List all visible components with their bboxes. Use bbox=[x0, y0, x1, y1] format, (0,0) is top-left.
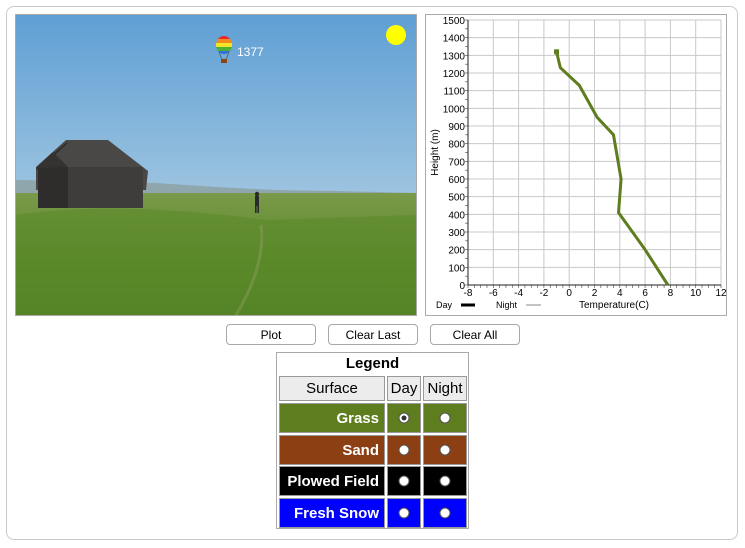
legend-sand-night-cell bbox=[423, 435, 467, 465]
legend-plowed-field-day-cell bbox=[387, 466, 421, 496]
radio-plowed-field-day[interactable] bbox=[398, 475, 410, 487]
x-tick-label: 2 bbox=[592, 288, 598, 299]
chart-legend-night-label: Night bbox=[496, 300, 518, 310]
legend-surface-grass: Grass bbox=[279, 403, 385, 433]
x-tick-label: -2 bbox=[539, 288, 548, 299]
y-tick-label: 1300 bbox=[443, 51, 466, 62]
temperature-height-chart: -8 -6 -4 -2 0 2 4 6 8 10 12 0 100 200 300 400 500 600 700 8… bbox=[425, 14, 727, 316]
legend-header-surface: Surface bbox=[279, 376, 385, 401]
y-tick-label: 700 bbox=[448, 157, 465, 168]
radio-plowed-field-night[interactable] bbox=[439, 475, 451, 487]
x-tick-label: 8 bbox=[668, 288, 674, 299]
radio-fresh-snow-night[interactable] bbox=[439, 507, 451, 519]
x-tick-label: 4 bbox=[617, 288, 623, 299]
x-tick-label: 10 bbox=[690, 288, 702, 299]
y-tick-label: 800 bbox=[448, 140, 465, 151]
legend-surface-fresh-snow: Fresh Snow bbox=[279, 498, 385, 528]
chart-legend-day-label: Day bbox=[436, 300, 453, 310]
legend-grass-night-cell bbox=[423, 403, 467, 433]
legend-fresh-snow-day-cell bbox=[387, 498, 421, 528]
scene-view: 1377 bbox=[15, 14, 417, 316]
legend-header-night: Night bbox=[423, 376, 467, 401]
series-endpoint-marker bbox=[554, 49, 560, 55]
balloon-altitude: 1377 bbox=[237, 45, 264, 59]
y-axis-label: Height (m) bbox=[430, 129, 441, 176]
radio-sand-day[interactable] bbox=[398, 444, 410, 456]
y-tick-label: 100 bbox=[448, 263, 465, 274]
y-tick-label: 0 bbox=[459, 281, 465, 292]
sun-icon bbox=[386, 25, 406, 45]
legend-grass-day-cell bbox=[387, 403, 421, 433]
plot-button[interactable]: Plot bbox=[226, 324, 316, 345]
x-tick-label: 6 bbox=[642, 288, 648, 299]
legend-panel: Legend Surface Day Night Grass Sand Plowed… bbox=[276, 352, 469, 529]
legend-header-day: Day bbox=[387, 376, 421, 401]
radio-fresh-snow-day[interactable] bbox=[398, 507, 410, 519]
x-axis-label: Temperature(C) bbox=[579, 300, 649, 311]
radio-sand-night[interactable] bbox=[439, 444, 451, 456]
y-tick-label: 1400 bbox=[443, 34, 466, 45]
y-tick-label: 400 bbox=[448, 210, 465, 221]
x-tick-label: 12 bbox=[715, 288, 726, 299]
legend-title: Legend bbox=[345, 355, 400, 372]
x-tick-label: 0 bbox=[566, 288, 572, 299]
legend-plowed-field-night-cell bbox=[423, 466, 467, 496]
radio-grass-night[interactable] bbox=[439, 412, 451, 424]
y-tick-label: 900 bbox=[448, 122, 465, 133]
y-tick-label: 200 bbox=[448, 246, 465, 257]
y-tick-label: 1500 bbox=[443, 16, 466, 27]
x-tick-label: -6 bbox=[489, 288, 498, 299]
radio-grass-day[interactable] bbox=[398, 412, 410, 424]
legend-surface-sand: Sand bbox=[279, 435, 385, 465]
clear-all-button[interactable]: Clear All bbox=[430, 324, 520, 345]
y-tick-label: 1200 bbox=[443, 69, 466, 80]
legend-fresh-snow-night-cell bbox=[423, 498, 467, 528]
y-tick-label: 600 bbox=[448, 175, 465, 186]
y-tick-label: 1000 bbox=[443, 104, 466, 115]
y-tick-label: 300 bbox=[448, 228, 465, 239]
legend-surface-plowed-field: Plowed Field bbox=[279, 466, 385, 496]
clear-last-button[interactable]: Clear Last bbox=[328, 324, 418, 345]
legend-sand-day-cell bbox=[387, 435, 421, 465]
x-tick-label: -4 bbox=[514, 288, 523, 299]
y-tick-label: 500 bbox=[448, 193, 465, 204]
y-tick-label: 1100 bbox=[443, 87, 465, 98]
